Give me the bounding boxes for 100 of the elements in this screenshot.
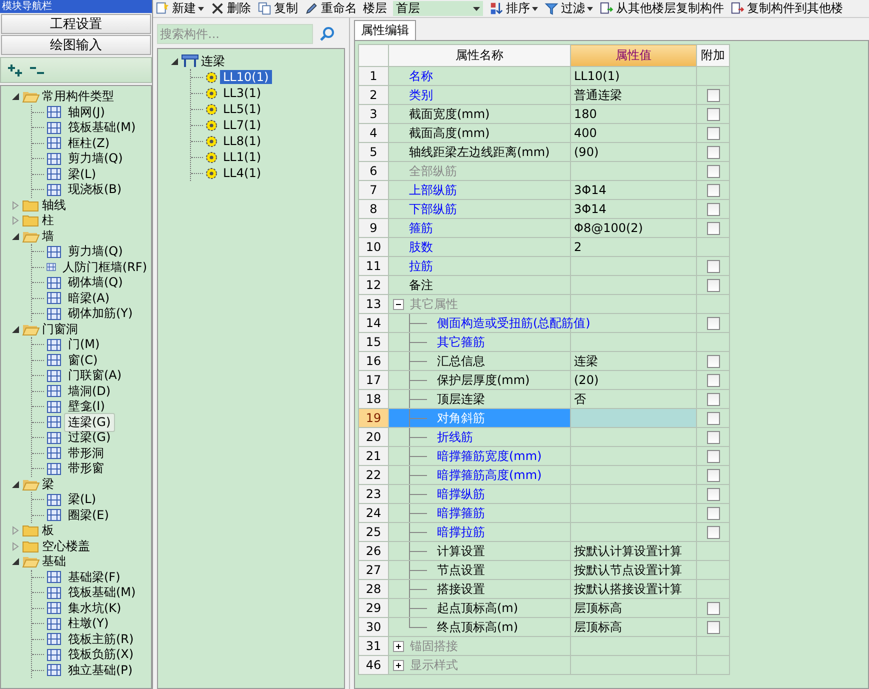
checkbox[interactable] bbox=[706, 164, 720, 178]
property-name[interactable]: 箍筋 bbox=[409, 220, 433, 236]
toolbar-button[interactable]: 排序 bbox=[489, 0, 538, 17]
property-value[interactable]: 3Φ14 bbox=[574, 183, 606, 197]
checkbox[interactable] bbox=[706, 430, 720, 444]
checkbox[interactable] bbox=[706, 602, 720, 614]
tree-toggle-icon[interactable] bbox=[11, 232, 20, 241]
property-name[interactable]: 折线筋 bbox=[437, 428, 473, 446]
property-value[interactable]: 3Φ14 bbox=[574, 202, 606, 216]
row-number: 14 bbox=[358, 314, 388, 332]
floor-select[interactable]: 首层 bbox=[393, 1, 483, 16]
property-name[interactable]: 侧面构造或受扭筋(总配筋值) bbox=[437, 314, 590, 332]
component-icon bbox=[46, 415, 62, 430]
folder-label[interactable]: 空心楼盖 bbox=[42, 538, 90, 555]
toolbar-button[interactable]: 从其他楼层复制构件 bbox=[599, 0, 724, 17]
tree-toggle-icon[interactable] bbox=[11, 324, 20, 334]
property-name[interactable]: 类别 bbox=[409, 86, 433, 104]
tree-item[interactable]: 连梁(G) bbox=[64, 412, 115, 432]
checkbox[interactable] bbox=[706, 278, 720, 292]
property-value[interactable]: 400 bbox=[574, 126, 597, 140]
tree-toggle-icon[interactable] bbox=[11, 542, 20, 551]
component-item[interactable]: LL4(1) bbox=[220, 166, 264, 180]
tree-toggle-icon[interactable] bbox=[11, 216, 20, 226]
panel-title: 模块导航栏 bbox=[0, 0, 152, 13]
caret-icon[interactable] bbox=[587, 6, 593, 10]
property-name[interactable]: 备注 bbox=[409, 276, 433, 294]
component-item[interactable]: LL5(1) bbox=[220, 102, 264, 116]
folder-label[interactable]: 板 bbox=[42, 522, 54, 540]
checkbox[interactable] bbox=[706, 620, 720, 634]
folder-label[interactable]: 梁 bbox=[42, 476, 54, 493]
checkbox[interactable] bbox=[706, 184, 720, 196]
folder-label[interactable]: 轴线 bbox=[42, 196, 66, 214]
nav-button[interactable]: 工程设置 bbox=[1, 14, 151, 34]
checkbox[interactable] bbox=[706, 412, 720, 424]
property-value[interactable]: (20) bbox=[574, 373, 599, 387]
checkbox[interactable] bbox=[706, 526, 720, 538]
column-header[interactable]: 附加 bbox=[696, 44, 730, 66]
expand-box-icon[interactable] bbox=[393, 640, 404, 652]
property-name[interactable]: 拉筋 bbox=[409, 258, 433, 274]
component-item[interactable]: LL1(1) bbox=[220, 150, 264, 164]
component-icon bbox=[46, 152, 62, 166]
component-item[interactable]: LL8(1) bbox=[220, 134, 264, 148]
checkbox[interactable] bbox=[706, 202, 720, 216]
toolbar-button[interactable]: 过滤 bbox=[544, 0, 593, 17]
collapse-box-icon[interactable] bbox=[393, 298, 404, 310]
column-header[interactable]: 属性值 bbox=[570, 44, 696, 66]
folder-label[interactable]: 基础 bbox=[42, 553, 66, 570]
component-icon bbox=[46, 492, 62, 507]
toolbar-button[interactable]: 复制 bbox=[257, 0, 298, 17]
checkbox[interactable] bbox=[706, 260, 720, 272]
checkbox[interactable] bbox=[706, 222, 720, 234]
checkbox[interactable] bbox=[706, 88, 720, 102]
component-item[interactable]: LL10(1) bbox=[220, 70, 272, 84]
tree-toggle-icon[interactable] bbox=[11, 526, 20, 536]
checkbox[interactable] bbox=[706, 126, 720, 140]
row-number: 25 bbox=[358, 522, 388, 542]
tree-toggle-icon[interactable] bbox=[170, 56, 179, 66]
component-item[interactable]: LL3(1) bbox=[220, 86, 264, 100]
checkbox[interactable] bbox=[706, 392, 720, 406]
checkbox[interactable] bbox=[706, 488, 720, 500]
property-name[interactable]: 名称 bbox=[409, 68, 433, 84]
property-value[interactable]: 连梁 bbox=[574, 354, 598, 368]
property-value[interactable]: (90) bbox=[574, 145, 599, 159]
property-value[interactable]: 2 bbox=[574, 240, 582, 254]
tree-toggle-icon[interactable] bbox=[11, 92, 20, 102]
folder-label[interactable]: 门窗洞 bbox=[42, 320, 78, 338]
property-value[interactable]: 180 bbox=[574, 107, 597, 121]
tree-line bbox=[409, 485, 427, 503]
expand-all-icon[interactable] bbox=[7, 63, 23, 77]
tab[interactable]: 属性编辑 bbox=[354, 20, 416, 40]
checkbox[interactable] bbox=[706, 354, 720, 368]
row-number: 9 bbox=[358, 218, 388, 238]
tree-group-label[interactable]: 连梁 bbox=[201, 52, 225, 70]
folder-label[interactable]: 墙 bbox=[42, 228, 54, 245]
toolbar-button[interactable]: 复制构件到其他楼 bbox=[730, 0, 843, 17]
tree-toggle-icon[interactable] bbox=[11, 557, 20, 566]
toolbar-button[interactable]: 新建 bbox=[155, 0, 204, 17]
caret-icon[interactable] bbox=[532, 6, 538, 10]
folder-label[interactable]: 柱 bbox=[42, 212, 54, 230]
toolbar-button[interactable]: 重命名 bbox=[304, 0, 357, 17]
toolbar-button[interactable]: 删除 bbox=[210, 0, 251, 17]
checkbox[interactable] bbox=[706, 468, 720, 482]
search-field[interactable]: 搜索构件... bbox=[157, 24, 313, 44]
checkbox[interactable] bbox=[706, 316, 720, 330]
checkbox[interactable] bbox=[706, 450, 720, 462]
caret-icon[interactable] bbox=[198, 6, 204, 10]
folder-label[interactable]: 常用构件类型 bbox=[42, 88, 114, 106]
tree-toggle-icon[interactable] bbox=[11, 480, 20, 489]
expand-box-icon[interactable] bbox=[393, 660, 404, 670]
nav-button[interactable]: 绘图输入 bbox=[1, 35, 151, 55]
checkbox[interactable] bbox=[706, 146, 720, 158]
tree-toggle-icon[interactable] bbox=[11, 200, 20, 210]
checkbox[interactable] bbox=[706, 108, 720, 120]
component-item[interactable]: LL7(1) bbox=[220, 118, 264, 132]
row-number: 5 bbox=[358, 142, 388, 162]
checkbox[interactable] bbox=[706, 374, 720, 386]
property-name[interactable]: 肢数 bbox=[409, 238, 433, 256]
property-value[interactable]: 否 bbox=[574, 392, 586, 406]
checkbox[interactable] bbox=[706, 506, 720, 520]
column-header[interactable]: 属性名称 bbox=[388, 44, 570, 66]
